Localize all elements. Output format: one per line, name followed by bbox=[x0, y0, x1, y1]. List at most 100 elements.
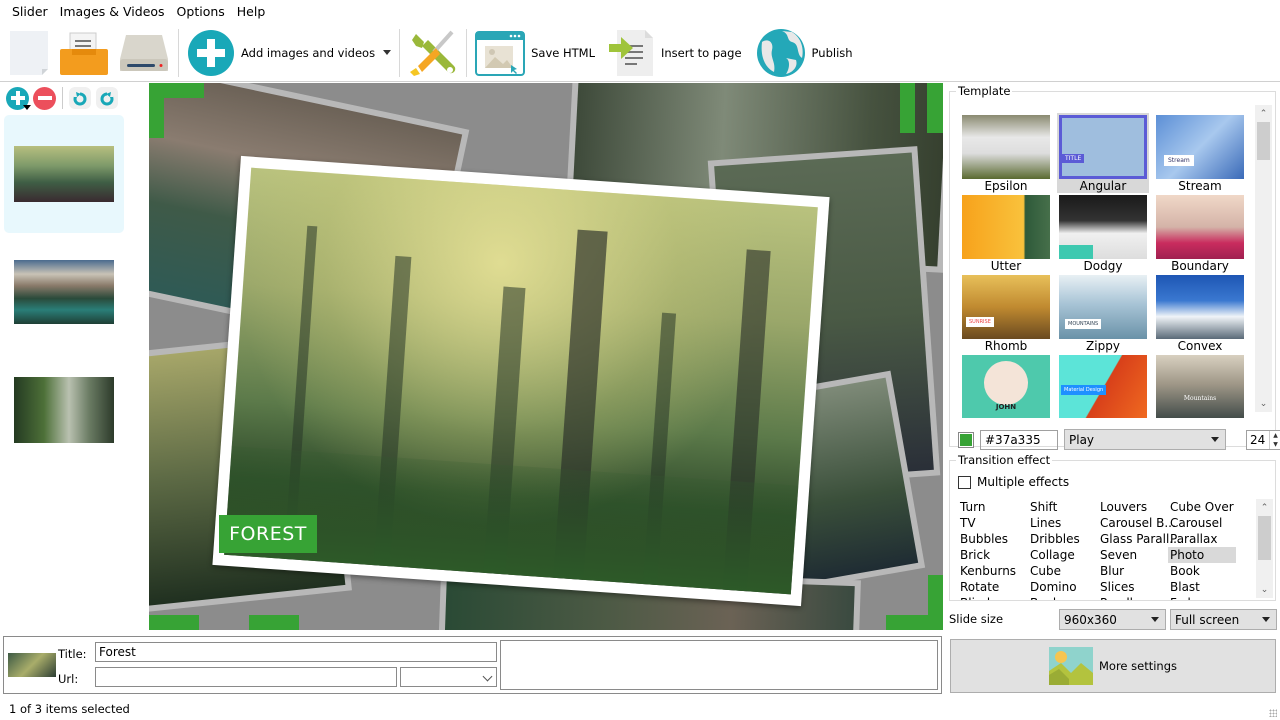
scroll-down-icon[interactable]: ⌄ bbox=[1255, 395, 1272, 412]
publish-button[interactable]: Publish bbox=[752, 26, 857, 80]
effect-item[interactable]: Blinds bbox=[958, 595, 1018, 600]
dropdown-caret-icon bbox=[23, 104, 31, 110]
template-epsilon[interactable]: Epsilon bbox=[960, 113, 1052, 193]
effect-item[interactable]: Turn bbox=[958, 499, 1018, 515]
effect-item[interactable]: Domino bbox=[1028, 579, 1082, 595]
insert-to-page-button[interactable]: Insert to page bbox=[605, 26, 746, 80]
template-preview-mountains: Mountains bbox=[1156, 355, 1244, 418]
template-convex[interactable]: Convex bbox=[1154, 273, 1246, 353]
menu-options[interactable]: Options bbox=[171, 0, 231, 24]
bullet-indicator[interactable] bbox=[149, 615, 199, 630]
rotate-left-icon bbox=[73, 92, 87, 106]
checkbox-icon[interactable] bbox=[958, 475, 971, 489]
spin-down-icon[interactable]: ▼ bbox=[1270, 440, 1280, 449]
slide-image-forest bbox=[14, 146, 114, 202]
effect-item[interactable]: Collage bbox=[1028, 547, 1082, 563]
toolbar-separator bbox=[399, 28, 401, 77]
template-flip[interactable]: JOHN Flip bbox=[960, 353, 1052, 418]
play-mode-select[interactable]: Play bbox=[1064, 429, 1226, 450]
pause-bar-icon[interactable] bbox=[927, 83, 943, 133]
scroll-up-icon[interactable]: ⌃ bbox=[1256, 499, 1273, 516]
url-label: Url: bbox=[58, 672, 79, 686]
effect-item[interactable]: Cube bbox=[1028, 563, 1082, 579]
effect-item[interactable]: Blast bbox=[1168, 579, 1236, 595]
scrollbar-thumb[interactable] bbox=[1258, 516, 1271, 560]
scroll-down-icon[interactable]: ⌄ bbox=[1256, 581, 1273, 598]
save-html-label: Save HTML bbox=[531, 45, 595, 60]
font-size-spinner[interactable]: 24 ▲ ▼ bbox=[1246, 429, 1280, 450]
settings-button[interactable] bbox=[404, 26, 462, 80]
effect-item[interactable]: Lines bbox=[1028, 515, 1082, 531]
url-input[interactable] bbox=[95, 667, 397, 687]
add-images-button[interactable]: Add images and videos bbox=[183, 26, 395, 80]
effect-item[interactable]: Book bbox=[1028, 595, 1082, 600]
template-options-row: #37a335 Play 24 ▲ ▼ bbox=[958, 429, 1280, 450]
template-material[interactable]: Material Design Material bbox=[1057, 353, 1149, 418]
add-images-dropdown-icon[interactable] bbox=[383, 50, 392, 55]
selected-slide-thumbnail bbox=[8, 653, 56, 677]
effect-item[interactable]: Bubbles bbox=[958, 531, 1018, 547]
browser-image-icon bbox=[475, 30, 526, 76]
menu-help[interactable]: Help bbox=[231, 0, 272, 24]
slide-mode-select[interactable]: Full screen bbox=[1170, 609, 1277, 630]
effect-item[interactable]: Rotate bbox=[958, 579, 1018, 595]
add-slide-button[interactable] bbox=[6, 86, 31, 110]
multiple-effects-checkbox[interactable]: Multiple effects bbox=[958, 475, 1069, 489]
effect-item[interactable]: Photo bbox=[1168, 547, 1236, 563]
template-angular[interactable]: TITLE Angular bbox=[1057, 113, 1149, 193]
slide-thumbnail[interactable] bbox=[4, 115, 124, 233]
effect-item[interactable]: Shift bbox=[1028, 499, 1082, 515]
template-mountains[interactable]: Mountains Mountains bbox=[1154, 353, 1246, 418]
transition-group: Transition effect Multiple effects Turn T… bbox=[949, 453, 1276, 601]
status-text: 1 of 3 items selected bbox=[9, 702, 130, 716]
effects-scrollbar[interactable]: ⌃ ⌄ bbox=[1256, 499, 1273, 598]
template-preview-angular: TITLE bbox=[1059, 115, 1147, 179]
menu-slider[interactable]: Slider bbox=[6, 0, 54, 24]
effect-item[interactable]: Cube Over bbox=[1168, 499, 1236, 515]
url-target-select[interactable] bbox=[400, 667, 497, 687]
effect-item[interactable]: Kenburns bbox=[958, 563, 1018, 579]
save-button[interactable] bbox=[114, 26, 174, 80]
description-textarea[interactable] bbox=[500, 640, 938, 690]
template-dodgy[interactable]: Dodgy bbox=[1057, 193, 1149, 273]
template-preview-zippy: MOUNTAINS bbox=[1059, 275, 1147, 339]
dropdown-arrow-icon bbox=[1211, 437, 1219, 442]
remove-slide-button[interactable] bbox=[33, 86, 56, 110]
template-utter[interactable]: Utter bbox=[960, 193, 1052, 273]
template-stream[interactable]: Stream Stream bbox=[1154, 113, 1246, 193]
scroll-up-icon[interactable]: ⌃ bbox=[1255, 105, 1272, 122]
effect-item[interactable]: Brick bbox=[958, 547, 1018, 563]
color-hex-input[interactable]: #37a335 bbox=[980, 429, 1058, 450]
bullet-indicator[interactable] bbox=[249, 615, 299, 630]
pause-bar-icon[interactable] bbox=[900, 83, 915, 133]
template-preview-utter bbox=[962, 195, 1050, 259]
save-html-button[interactable]: Save HTML bbox=[471, 26, 599, 80]
more-settings-button[interactable]: More settings bbox=[950, 639, 1276, 693]
effect-item[interactable]: Fade bbox=[1168, 595, 1236, 600]
template-zippy[interactable]: MOUNTAINS Zippy bbox=[1057, 273, 1149, 353]
effect-item[interactable]: TV bbox=[958, 515, 1018, 531]
slide-thumbnail[interactable] bbox=[4, 233, 124, 351]
open-button[interactable] bbox=[54, 26, 114, 80]
scrollbar-thumb[interactable] bbox=[1257, 122, 1270, 160]
slide-thumbnail[interactable] bbox=[4, 351, 124, 469]
effect-item[interactable]: Book bbox=[1168, 563, 1236, 579]
new-button[interactable] bbox=[4, 26, 54, 80]
frame-corner-bottom-right bbox=[928, 575, 943, 630]
rotate-left-button[interactable] bbox=[69, 87, 91, 109]
slider-preview[interactable]: FOREST bbox=[149, 83, 943, 630]
slide-size-select[interactable]: 960x360 bbox=[1059, 609, 1166, 630]
effect-item[interactable]: Parallax bbox=[1168, 531, 1236, 547]
resize-grip[interactable] bbox=[1269, 709, 1277, 717]
spin-up-icon[interactable]: ▲ bbox=[1270, 431, 1280, 440]
transition-legend: Transition effect bbox=[956, 453, 1053, 467]
rotate-right-button[interactable] bbox=[96, 87, 118, 109]
template-boundary[interactable]: Boundary bbox=[1154, 193, 1246, 273]
template-scrollbar[interactable]: ⌃ ⌄ bbox=[1255, 105, 1272, 412]
effect-item[interactable]: Carousel bbox=[1168, 515, 1236, 531]
effect-item[interactable]: Dribbles bbox=[1028, 531, 1082, 547]
color-swatch[interactable] bbox=[958, 431, 974, 448]
title-input[interactable]: Forest bbox=[95, 642, 497, 662]
menu-images-videos[interactable]: Images & Videos bbox=[54, 0, 171, 24]
template-rhomb[interactable]: SUNRISE Rhomb bbox=[960, 273, 1052, 353]
